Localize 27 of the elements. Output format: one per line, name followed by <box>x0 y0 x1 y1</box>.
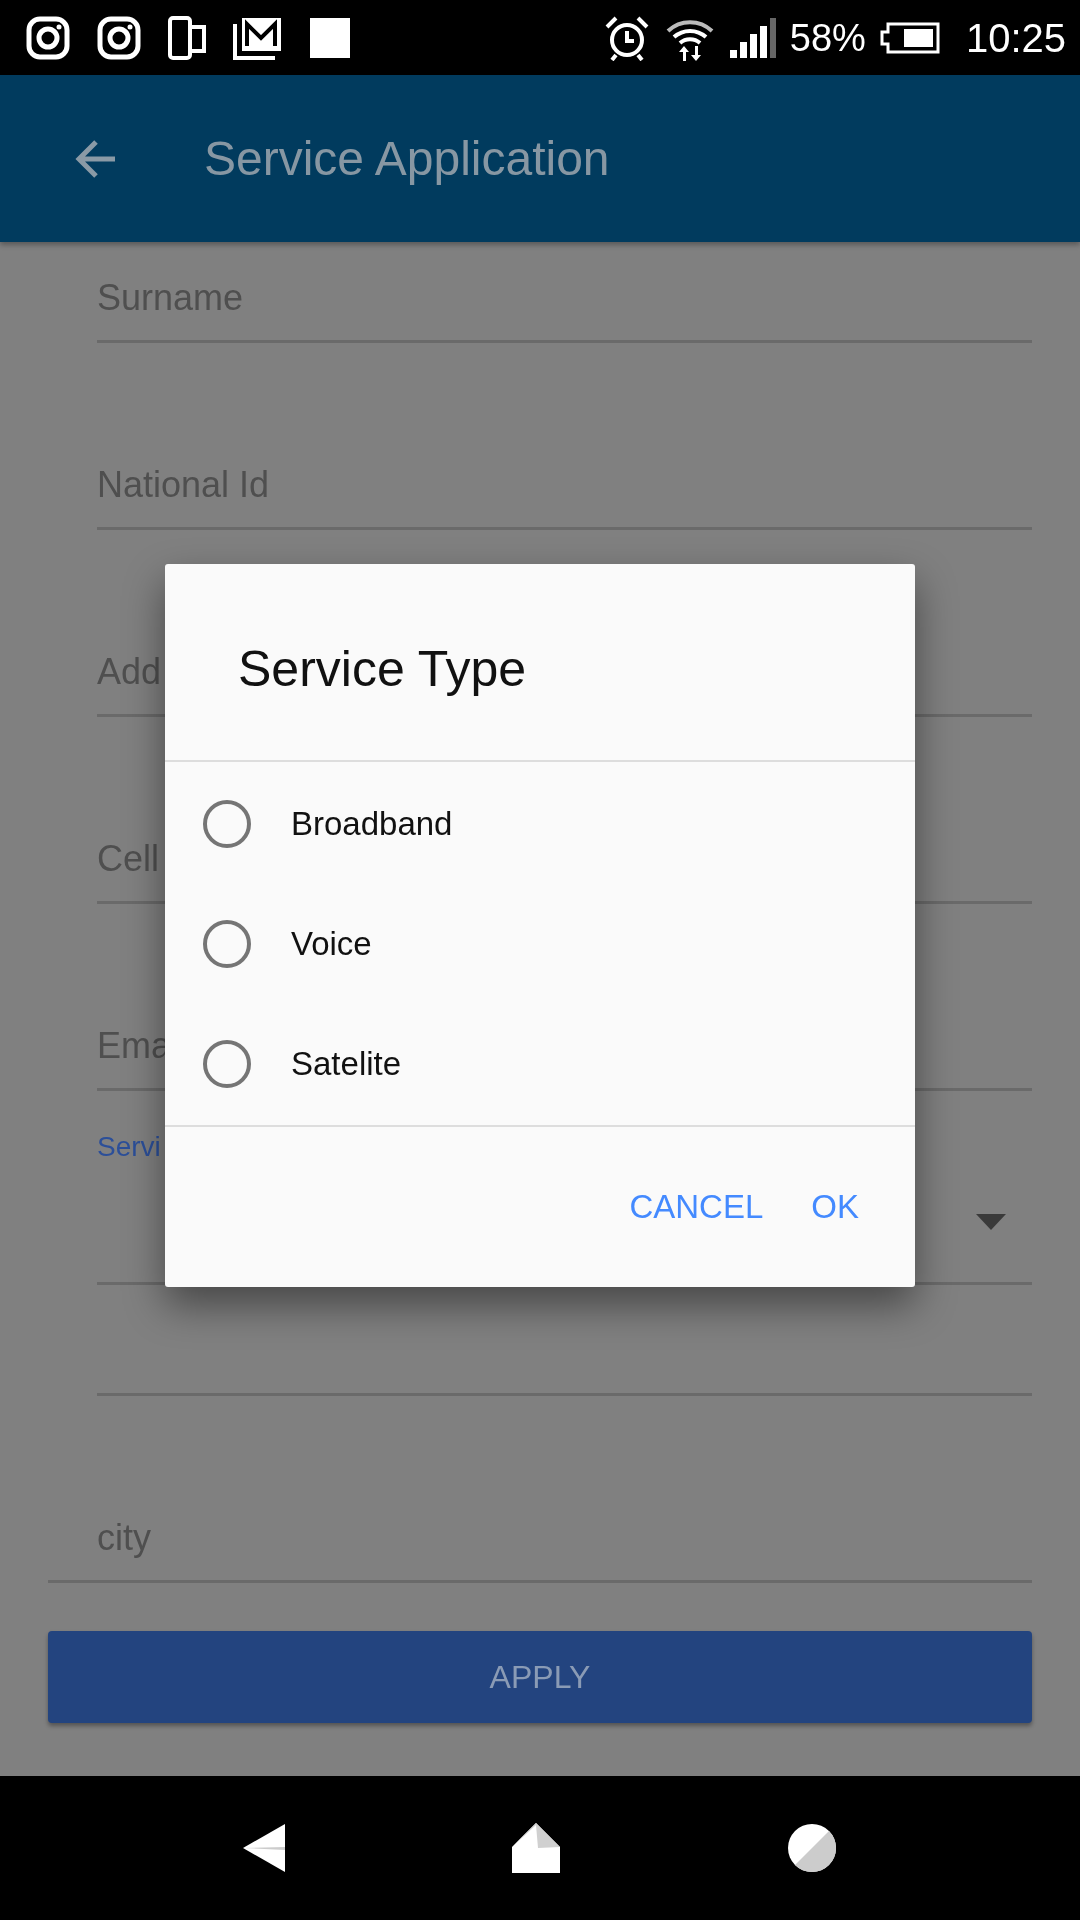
camera-icon <box>97 15 141 60</box>
camera-icon <box>26 15 70 60</box>
back-icon[interactable] <box>243 1824 286 1872</box>
app-title: Service Application <box>204 131 610 186</box>
option-label[interactable]: Satelite <box>291 1045 402 1083</box>
back-arrow-icon[interactable] <box>75 137 117 180</box>
radio-button[interactable] <box>203 1040 251 1088</box>
recents-icon[interactable] <box>786 1823 837 1873</box>
home-icon[interactable] <box>512 1823 560 1873</box>
dialog-button[interactable]: CANCEL <box>605 1172 788 1242</box>
radio-button[interactable] <box>203 800 251 848</box>
clock-time: 10:25 <box>965 15 1066 60</box>
mail-icon <box>233 15 283 60</box>
battery-icon <box>879 21 940 54</box>
radio-button[interactable] <box>203 920 251 968</box>
option-label[interactable]: Voice <box>291 925 372 963</box>
battery-percentage: 58% <box>789 15 866 60</box>
option-label[interactable]: Broadband <box>291 805 453 843</box>
signal-icon <box>729 17 776 58</box>
dropdown-arrow-icon[interactable] <box>976 1214 1006 1230</box>
field-label: Servi <box>97 1132 161 1162</box>
square-icon <box>310 17 350 58</box>
dialog-button[interactable]: OK <box>787 1172 883 1242</box>
apply-button[interactable]: APPLY <box>48 1631 1032 1723</box>
dialog-title: Service Type <box>165 564 915 762</box>
alarm-icon <box>603 14 650 61</box>
devices-icon <box>168 15 206 60</box>
